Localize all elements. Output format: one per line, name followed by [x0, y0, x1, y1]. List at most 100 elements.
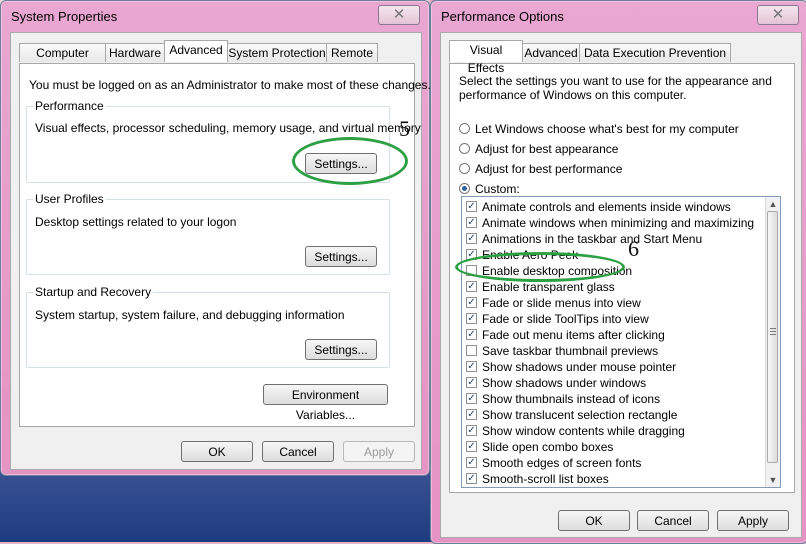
visual-effect-item[interactable]: Show shadows under mouse pointer [462, 359, 766, 375]
visual-effect-label: Smooth edges of screen fonts [482, 456, 642, 470]
radio-option[interactable]: Custom: [459, 182, 759, 196]
user-profiles-group-title: User Profiles [33, 192, 106, 206]
system-cancel-button[interactable]: Cancel [262, 441, 334, 462]
system-ok-button[interactable]: OK [181, 441, 253, 462]
tab-remote[interactable]: Remote [326, 43, 378, 62]
scroll-grip-line [770, 334, 776, 335]
system-properties-window: System Properties ✕ Computer Name Hardwa… [0, 0, 431, 476]
radio-button[interactable] [459, 123, 470, 134]
annotation-number-six: 6 [628, 236, 639, 261]
system-apply-button: Apply [343, 441, 415, 462]
visual-effect-checkbox[interactable] [466, 233, 477, 244]
visual-effect-item[interactable]: Smooth edges of screen fonts [462, 455, 766, 471]
visual-effect-checkbox[interactable] [466, 409, 477, 420]
visual-effect-label: Fade or slide menus into view [482, 296, 641, 310]
visual-effect-item[interactable]: Show shadows under windows [462, 375, 766, 391]
startup-recovery-description: System startup, system failure, and debu… [35, 308, 345, 322]
visual-effect-label: Animate windows when minimizing and maxi… [482, 216, 755, 230]
visual-effect-item[interactable]: Enable transparent glass [462, 279, 766, 295]
tab-data-execution-prevention[interactable]: Data Execution Prevention [579, 43, 731, 62]
visual-effect-checkbox[interactable] [466, 281, 477, 292]
visual-effect-label: Show shadows under windows [482, 376, 647, 390]
advanced-tab-panel: You must be logged on as an Administrato… [19, 63, 431, 427]
visual-effect-checkbox[interactable] [466, 201, 477, 212]
scroll-down-arrow-icon[interactable]: ▼ [766, 473, 780, 487]
visual-effect-item[interactable]: Fade or slide menus into view [462, 295, 766, 311]
annotation-circle-desktop-composition [455, 252, 625, 282]
tab-visual-effects[interactable]: Visual Effects [449, 40, 523, 75]
visual-effects-scrollbar[interactable]: ▲ ▼ [765, 197, 780, 487]
visual-effect-item[interactable]: Animations in the taskbar and Start Menu [462, 231, 766, 247]
tab-performance-advanced[interactable]: Advanced [522, 43, 580, 62]
visual-effect-checkbox[interactable] [466, 297, 477, 308]
visual-effect-checkbox[interactable] [466, 217, 477, 228]
visual-effect-label: Smooth-scroll list boxes [482, 472, 609, 486]
radio-option-label: Adjust for best appearance [475, 142, 619, 156]
startup-recovery-settings-button[interactable]: Settings... [305, 339, 377, 360]
tab-advanced[interactable]: Advanced [164, 40, 228, 62]
visual-effect-label: Show thumbnails instead of icons [482, 392, 661, 406]
radio-option-label: Let Windows choose what's best for my co… [475, 122, 739, 136]
visual-effect-label: Fade or slide ToolTips into view [482, 312, 649, 326]
admin-note: You must be logged on as an Administrato… [29, 78, 431, 92]
visual-effect-item[interactable]: Save taskbar thumbnail previews [462, 343, 766, 359]
user-profiles-group: User Profiles Desktop settings related t… [26, 192, 390, 275]
user-profiles-settings-button[interactable]: Settings... [305, 246, 377, 267]
visual-effect-item[interactable]: Animate windows when minimizing and maxi… [462, 215, 766, 231]
performance-apply-button[interactable]: Apply [717, 510, 789, 531]
radio-option[interactable]: Adjust for best performance [459, 162, 759, 176]
visual-effect-checkbox[interactable] [466, 361, 477, 372]
visual-effect-label: Save taskbar thumbnail previews [482, 344, 659, 358]
radio-option[interactable]: Let Windows choose what's best for my co… [459, 122, 759, 136]
radio-button[interactable] [459, 183, 470, 194]
performance-options-titlebar[interactable]: Performance Options ✕ [431, 1, 806, 31]
visual-effect-checkbox[interactable] [466, 345, 477, 356]
performance-options-title: Performance Options [441, 9, 564, 24]
visual-effect-label: Show shadows under mouse pointer [482, 360, 677, 374]
tab-hardware[interactable]: Hardware [105, 43, 165, 62]
radio-option-label: Adjust for best performance [475, 162, 623, 176]
visual-effect-item[interactable]: Show thumbnails instead of icons [462, 391, 766, 407]
visual-effect-label: Show window contents while dragging [482, 424, 685, 438]
radio-option[interactable]: Adjust for best appearance [459, 142, 759, 156]
performance-ok-button[interactable]: OK [558, 510, 630, 531]
visual-effect-checkbox[interactable] [466, 313, 477, 324]
performance-close-button[interactable]: ✕ [757, 5, 799, 25]
scroll-up-arrow-icon[interactable]: ▲ [766, 197, 780, 211]
visual-effect-label: Show translucent selection rectangle [482, 408, 678, 422]
visual-effect-item[interactable]: Fade out menu items after clicking [462, 327, 766, 343]
performance-group-title: Performance [33, 99, 106, 113]
visual-effect-checkbox[interactable] [466, 473, 477, 484]
system-properties-titlebar[interactable]: System Properties ✕ [1, 1, 429, 31]
tab-system-protection[interactable]: System Protection [227, 43, 327, 62]
environment-variables-button[interactable]: Environment Variables... [263, 384, 388, 422]
visual-effect-label: Fade out menu items after clicking [482, 328, 665, 342]
visual-effect-item[interactable]: Show translucent selection rectangle [462, 407, 766, 423]
visual-effect-checkbox[interactable] [466, 441, 477, 452]
visual-effects-list: Animate controls and elements inside win… [461, 196, 781, 488]
system-properties-title: System Properties [11, 9, 118, 24]
visual-effect-checkbox[interactable] [466, 329, 477, 340]
visual-effect-checkbox[interactable] [466, 457, 477, 468]
performance-options-client: Visual Effects Advanced Data Execution P… [440, 32, 802, 538]
visual-effect-item[interactable]: Animate controls and elements inside win… [462, 199, 766, 215]
visual-effect-item[interactable]: Show window contents while dragging [462, 423, 766, 439]
system-close-button[interactable]: ✕ [378, 5, 420, 25]
visual-effect-item[interactable]: Slide open combo boxes [462, 439, 766, 455]
radio-option-label: Custom: [475, 182, 520, 196]
scroll-grip-line [770, 331, 776, 332]
performance-options-tabs: Visual Effects Advanced Data Execution P… [449, 40, 739, 75]
tab-computer-name[interactable]: Computer Name [19, 43, 106, 78]
visual-effect-item[interactable]: Fade or slide ToolTips into view [462, 311, 766, 327]
performance-cancel-button[interactable]: Cancel [637, 510, 709, 531]
visual-effect-checkbox[interactable] [466, 377, 477, 388]
radio-button[interactable] [459, 143, 470, 154]
visual-effect-checkbox[interactable] [466, 393, 477, 404]
radio-button[interactable] [459, 163, 470, 174]
scroll-thumb[interactable] [767, 211, 778, 463]
visual-effect-item[interactable]: Smooth-scroll list boxes [462, 471, 766, 487]
visual-effect-checkbox[interactable] [466, 425, 477, 436]
system-properties-client: Computer Name Hardware Advanced System P… [10, 32, 431, 470]
startup-recovery-group-title: Startup and Recovery [33, 285, 154, 299]
scroll-grip-line [770, 328, 776, 329]
